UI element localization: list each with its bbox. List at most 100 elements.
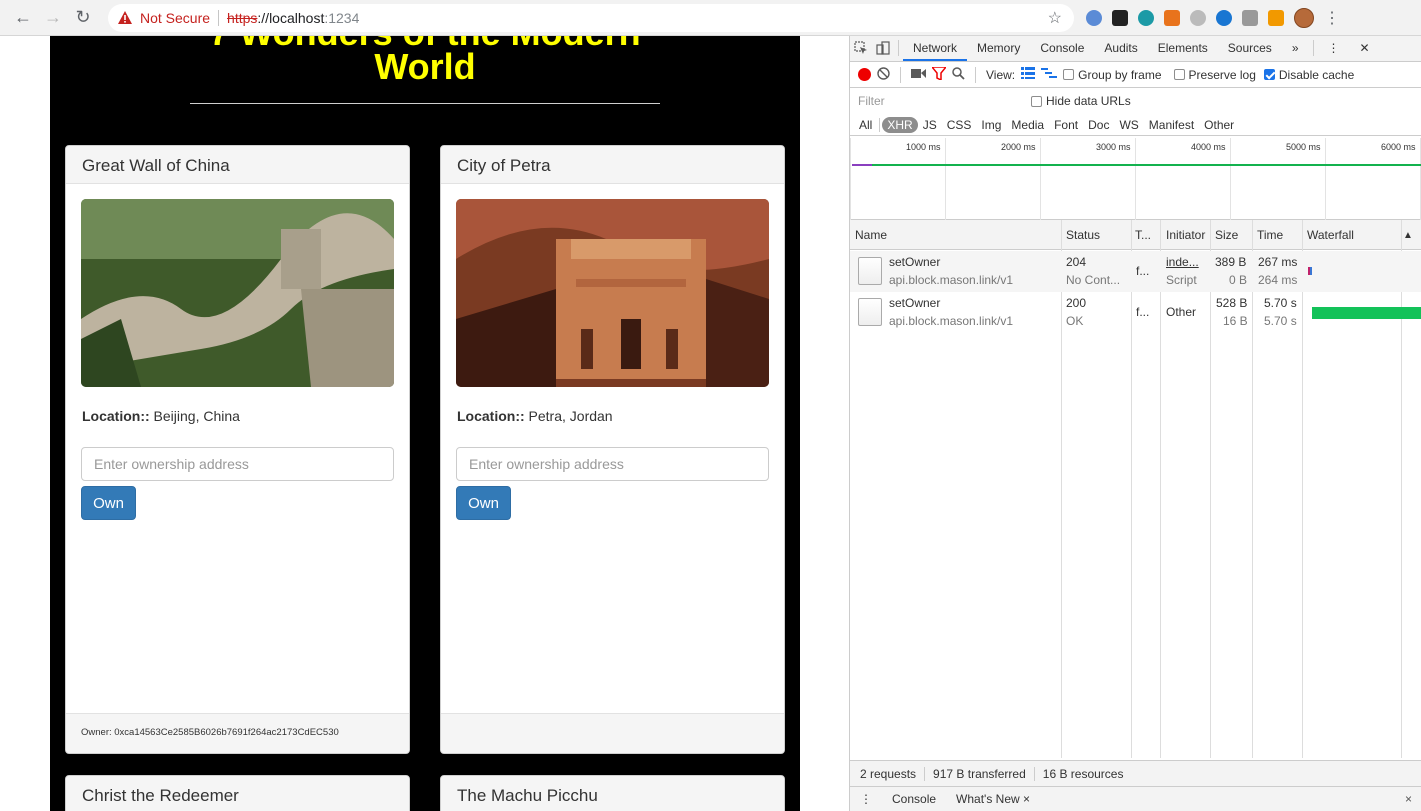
divider bbox=[898, 40, 899, 56]
request-resource-size: 16 B bbox=[1223, 314, 1248, 328]
request-status-text: No Cont... bbox=[1066, 273, 1121, 287]
large-rows-icon[interactable] bbox=[1021, 67, 1036, 82]
customize-menu-icon[interactable]: ⋮ bbox=[1318, 35, 1350, 61]
wonder-card: The Machu Picchu bbox=[440, 775, 785, 811]
checkbox-label: Group by frame bbox=[1078, 67, 1162, 82]
tab-elements[interactable]: Elements bbox=[1148, 35, 1218, 61]
overview-tick: 3000 ms bbox=[1096, 142, 1131, 152]
ownership-address-input[interactable] bbox=[81, 447, 394, 481]
hide-data-urls-checkbox[interactable]: Hide data URLs bbox=[1031, 94, 1131, 108]
divider bbox=[900, 66, 901, 83]
card-title: Great Wall of China bbox=[66, 146, 409, 184]
request-initiator[interactable]: inde... bbox=[1166, 255, 1199, 269]
close-drawer-icon[interactable]: × bbox=[1405, 792, 1412, 806]
tab-sources[interactable]: Sources bbox=[1218, 35, 1282, 61]
filter-bar: Hide data URLs bbox=[850, 88, 1421, 114]
type-other[interactable]: Other bbox=[1199, 117, 1239, 133]
waterfall-overview-icon[interactable] bbox=[1041, 67, 1058, 82]
extension-icon[interactable] bbox=[1268, 9, 1284, 26]
column-time[interactable]: Time bbox=[1257, 228, 1283, 242]
security-label[interactable]: Not Secure bbox=[140, 10, 210, 26]
type-all[interactable]: All bbox=[854, 117, 877, 133]
type-js[interactable]: JS bbox=[918, 117, 942, 133]
table-row[interactable]: setOwner api.block.mason.link/v1 200 OK … bbox=[850, 292, 1421, 333]
more-tabs-button[interactable]: » bbox=[1282, 35, 1309, 61]
table-row[interactable]: setOwner api.block.mason.link/v1 204 No … bbox=[850, 251, 1421, 292]
more-vert-icon[interactable]: ⋮ bbox=[1324, 8, 1340, 28]
forward-button[interactable]: → bbox=[38, 3, 68, 33]
tab-audits[interactable]: Audits bbox=[1094, 35, 1147, 61]
back-button[interactable]: ← bbox=[8, 3, 38, 33]
column-status[interactable]: Status bbox=[1066, 228, 1100, 242]
divider bbox=[190, 103, 660, 104]
grid-line bbox=[1230, 138, 1231, 220]
filter-icon[interactable] bbox=[930, 65, 948, 83]
type-ws[interactable]: WS bbox=[1114, 117, 1143, 133]
column-initiator[interactable]: Initiator bbox=[1166, 228, 1205, 242]
checkbox-box bbox=[1173, 69, 1185, 80]
type-css[interactable]: CSS bbox=[942, 117, 977, 133]
column-type[interactable]: T... bbox=[1135, 228, 1151, 242]
inspect-element-icon[interactable] bbox=[850, 35, 872, 61]
metamask-icon[interactable] bbox=[1164, 9, 1180, 26]
request-latency: 264 ms bbox=[1258, 273, 1298, 287]
search-icon[interactable] bbox=[952, 66, 965, 83]
reload-icon: ↻ bbox=[75, 7, 91, 27]
bookmark-star-icon[interactable]: ☆ bbox=[1048, 8, 1062, 28]
extensions-bar: ⋮ bbox=[1086, 7, 1340, 28]
grid-line bbox=[1135, 138, 1136, 220]
devtools-panel: Network Memory Console Audits Elements S… bbox=[849, 36, 1421, 811]
column-waterfall[interactable]: Waterfall bbox=[1307, 228, 1354, 242]
type-img[interactable]: Img bbox=[976, 117, 1006, 133]
extension-icon[interactable] bbox=[1216, 9, 1232, 26]
tab-console-drawer[interactable]: Console bbox=[882, 792, 946, 806]
close-icon[interactable]: ✕ bbox=[1350, 35, 1380, 61]
column-size[interactable]: Size bbox=[1215, 228, 1238, 242]
request-resource-size: 0 B bbox=[1229, 273, 1248, 287]
devtools-tabbar: Network Memory Console Audits Elements S… bbox=[850, 36, 1421, 62]
preserve-log-checkbox[interactable]: Preserve log bbox=[1173, 68, 1256, 82]
own-button[interactable]: Own bbox=[81, 486, 136, 520]
tab-console[interactable]: Console bbox=[1030, 35, 1094, 61]
wonder-card: City of Petra Location:: Petra, Jordan O… bbox=[440, 145, 785, 754]
disable-cache-checkbox[interactable]: Disable cache bbox=[1263, 67, 1355, 82]
overview-bar bbox=[852, 164, 872, 166]
extension-icon[interactable] bbox=[1190, 9, 1206, 26]
page-title-line2: World bbox=[374, 46, 476, 87]
type-font[interactable]: Font bbox=[1049, 117, 1083, 133]
reload-button[interactable]: ↻ bbox=[68, 3, 98, 33]
avatar[interactable] bbox=[1294, 7, 1314, 28]
clear-icon[interactable] bbox=[877, 66, 890, 83]
overview-bar bbox=[872, 164, 1421, 166]
screenshot-capture-icon[interactable] bbox=[911, 68, 926, 82]
type-media[interactable]: Media bbox=[1006, 117, 1049, 133]
own-button[interactable]: Own bbox=[456, 486, 511, 520]
sort-up-icon[interactable]: ▲ bbox=[1403, 230, 1413, 241]
device-toolbar-icon[interactable] bbox=[872, 35, 894, 61]
network-overview[interactable]: 1000 ms 2000 ms 3000 ms 4000 ms 5000 ms … bbox=[850, 138, 1421, 220]
ownership-address-input[interactable] bbox=[456, 447, 769, 481]
close-tab-icon[interactable]: × bbox=[1023, 792, 1030, 806]
extension-icon[interactable] bbox=[1086, 9, 1102, 26]
tab-memory[interactable]: Memory bbox=[967, 35, 1030, 61]
request-domain: api.block.mason.link/v1 bbox=[889, 273, 1014, 287]
type-xhr[interactable]: XHR bbox=[882, 116, 918, 133]
extension-icon[interactable] bbox=[1138, 9, 1154, 26]
extension-icon[interactable] bbox=[1242, 9, 1258, 26]
location-value: Petra, Jordan bbox=[528, 408, 613, 424]
resources-size: 16 B resources bbox=[1042, 766, 1124, 781]
record-icon[interactable] bbox=[858, 68, 871, 81]
request-domain: api.block.mason.link/v1 bbox=[889, 314, 1014, 328]
checkbox-label: Disable cache bbox=[1278, 67, 1355, 82]
tab-whats-new[interactable]: What's New × bbox=[946, 792, 1040, 806]
group-by-frame-checkbox[interactable]: Group by frame bbox=[1063, 67, 1162, 82]
type-manifest[interactable]: Manifest bbox=[1144, 117, 1199, 133]
extension-icon[interactable] bbox=[1112, 9, 1128, 26]
type-doc[interactable]: Doc bbox=[1083, 117, 1114, 133]
tab-network[interactable]: Network bbox=[903, 35, 968, 61]
address-bar[interactable]: Not Secure https://localhost:1234 ☆ bbox=[108, 3, 1074, 32]
column-name[interactable]: Name bbox=[855, 228, 887, 242]
divider bbox=[879, 117, 881, 132]
filter-input[interactable] bbox=[854, 92, 1019, 110]
drawer-menu-icon[interactable]: ⋮ bbox=[850, 792, 882, 806]
